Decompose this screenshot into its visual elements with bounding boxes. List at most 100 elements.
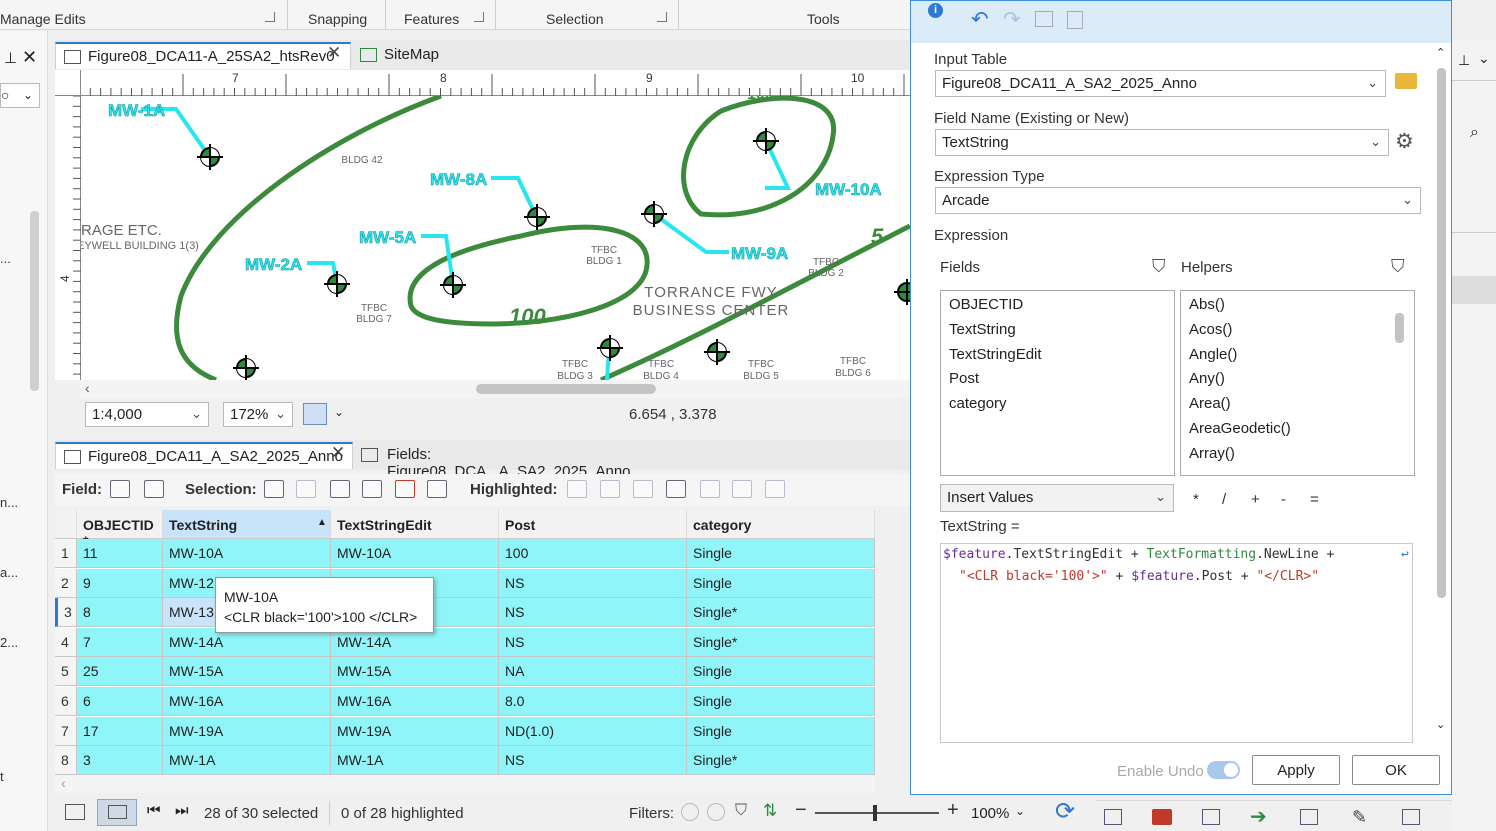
- list-item[interactable]: Area(): [1189, 395, 1231, 412]
- filter-icon[interactable]: ⛉: [1152, 256, 1166, 277]
- next-record-icon[interactable]: ⏭: [175, 802, 189, 819]
- table-cell[interactable]: Single*: [687, 746, 875, 775]
- time-filter-icon[interactable]: [681, 803, 699, 821]
- table-cell[interactable]: 25: [77, 657, 163, 686]
- table-cell[interactable]: NS: [499, 598, 687, 627]
- table-row[interactable]: 1 11 MW-10A MW-10A 100 Single: [55, 539, 875, 568]
- features-launcher-icon[interactable]: [474, 12, 484, 22]
- table-cell[interactable]: NA: [499, 657, 687, 686]
- highlighted-action-icon[interactable]: [567, 480, 587, 498]
- list-item[interactable]: AreaGeodetic(): [1189, 420, 1291, 437]
- table-cell[interactable]: MW-1A: [331, 746, 499, 775]
- well-marker-icon[interactable]: [597, 335, 623, 361]
- calculate-field-icon[interactable]: [144, 480, 164, 498]
- save-expression-icon[interactable]: [1035, 11, 1053, 27]
- highlighted-action-icon[interactable]: [600, 480, 620, 498]
- delete-selected-icon[interactable]: [395, 480, 415, 498]
- search-options-combo[interactable]: ○ ⌄: [0, 83, 40, 108]
- tab-attribute-table[interactable]: Figure08_DCA11_A_SA2_2025_Anno: [55, 442, 353, 469]
- column-header[interactable]: TextStringEdit: [331, 510, 499, 539]
- table-cell[interactable]: Single: [687, 717, 875, 746]
- list-item[interactable]: Post: [949, 370, 979, 387]
- map-horizontal-scrollbar[interactable]: ‹: [81, 380, 910, 398]
- pane-scrollbar[interactable]: ⌃ ⌄: [1436, 46, 1448, 738]
- pin-icon[interactable]: ⊥: [4, 49, 17, 67]
- highlighted-action-icon[interactable]: [732, 480, 752, 498]
- highlighted-action-icon[interactable]: [765, 480, 785, 498]
- catalog-icon[interactable]: [1104, 809, 1122, 825]
- map-canvas[interactable]: 100 5 5 100 BLDG 42 RAGE ETC. EYWELL BUI…: [81, 96, 910, 380]
- refresh-icon[interactable]: ⟳: [1055, 797, 1075, 826]
- table-cell[interactable]: Single: [687, 657, 875, 686]
- tab-sitemap[interactable]: SiteMap: [352, 42, 452, 69]
- scroll-up-icon[interactable]: ⌃: [1436, 46, 1445, 59]
- well-marker-icon[interactable]: [440, 272, 466, 298]
- well-marker-icon[interactable]: [704, 339, 730, 365]
- arrow-right-icon[interactable]: ➔: [1250, 804, 1267, 829]
- input-table-combo[interactable]: Figure08_DCA11_A_SA2_2025_Anno ⌄: [935, 70, 1386, 97]
- scroll-left-icon[interactable]: ‹: [61, 775, 66, 791]
- highlighted-action-icon[interactable]: [633, 480, 653, 498]
- filter-icon[interactable]: ⛉: [735, 802, 747, 820]
- well-marker-icon[interactable]: [233, 355, 259, 380]
- pin-icon[interactable]: ⊥: [1458, 52, 1470, 69]
- grid-snap-icon[interactable]: [303, 403, 327, 425]
- table-cell[interactable]: Single: [687, 569, 875, 598]
- table-cell[interactable]: 8.0: [499, 687, 687, 716]
- list-item[interactable]: Acos(): [1189, 321, 1232, 338]
- table-row[interactable]: 4 7 MW-14A MW-14A NS Single*: [55, 628, 875, 657]
- tab-fields-view[interactable]: Fields: Figure08_DCA...A_SA2_2025_Anno: [355, 442, 675, 480]
- helpers-list[interactable]: Abs() Acos() Angle() Any() Area() AreaGe…: [1180, 290, 1415, 476]
- column-header[interactable]: OBJECTID *: [77, 510, 163, 549]
- attributes-icon[interactable]: [1402, 809, 1420, 825]
- field-name-combo[interactable]: TextString ⌄: [935, 129, 1389, 156]
- close-icon[interactable]: ✕: [327, 43, 341, 63]
- apply-button[interactable]: Apply: [1252, 755, 1340, 785]
- tab-map-figure08[interactable]: Figure08_DCA11-A_25SA2_htsRev0: [55, 42, 351, 69]
- gear-icon[interactable]: ⚙: [1395, 129, 1414, 154]
- scrollbar-thumb[interactable]: [1437, 68, 1446, 598]
- table-cell[interactable]: MW-16A: [163, 687, 331, 716]
- clear-selection-icon[interactable]: [362, 480, 382, 498]
- table-cell[interactable]: 9: [77, 569, 163, 598]
- table-cell[interactable]: NS: [499, 569, 687, 598]
- well-marker-icon[interactable]: [894, 279, 910, 305]
- zoom-out-icon[interactable]: −: [795, 799, 807, 822]
- well-marker-icon[interactable]: [524, 204, 550, 230]
- table-cell[interactable]: 100: [499, 539, 687, 568]
- show-all-records-icon[interactable]: [65, 804, 85, 820]
- table-cell[interactable]: MW-19A: [163, 717, 331, 746]
- highlighted-action-icon[interactable]: [700, 480, 720, 498]
- close-icon[interactable]: ✕: [22, 47, 37, 68]
- selected-list-row[interactable]: [1452, 276, 1496, 304]
- enable-undo-toggle[interactable]: [1207, 761, 1240, 779]
- table-cell[interactable]: Single: [687, 539, 875, 568]
- scroll-left-icon[interactable]: ‹: [85, 380, 90, 396]
- selection-launcher-icon[interactable]: [657, 12, 667, 22]
- table-row[interactable]: 7 17 MW-19A MW-19A ND(1.0) Single: [55, 717, 875, 746]
- list-item[interactable]: Abs(): [1189, 296, 1225, 313]
- folder-icon[interactable]: [1395, 73, 1417, 89]
- list-item[interactable]: category: [949, 395, 1007, 412]
- table-row[interactable]: 2 9 MW-12 NS Single: [55, 569, 875, 598]
- zoom-slider-thumb[interactable]: [873, 805, 877, 821]
- table-zoom-combo[interactable]: 100% ⌄: [965, 801, 1027, 826]
- table-horizontal-scrollbar[interactable]: ‹: [55, 775, 875, 793]
- table-cell[interactable]: ND(1.0): [499, 717, 687, 746]
- expression-type-combo[interactable]: Arcade ⌄: [935, 187, 1421, 214]
- table-cell[interactable]: Single: [687, 687, 875, 716]
- info-icon[interactable]: i: [928, 3, 943, 18]
- table-cell[interactable]: NS: [499, 628, 687, 657]
- table-row[interactable]: 5 25 MW-15A MW-15A NA Single: [55, 657, 875, 686]
- chevron-down-icon[interactable]: ⌄: [1478, 50, 1490, 67]
- scroll-down-icon[interactable]: ⌄: [1436, 718, 1445, 731]
- search-icon[interactable]: ⌕: [1470, 124, 1479, 142]
- list-item[interactable]: TextStringEdit: [949, 346, 1042, 363]
- operator-button[interactable]: -: [1281, 491, 1286, 508]
- table-cell[interactable]: MW-15A: [331, 657, 499, 686]
- table-cell[interactable]: Single*: [687, 598, 875, 627]
- table-cell[interactable]: MW-10A: [331, 539, 499, 568]
- undo-icon[interactable]: ↶: [971, 7, 989, 32]
- show-selected-records-button[interactable]: [97, 799, 137, 826]
- scrollbar-thumb[interactable]: [1395, 313, 1404, 343]
